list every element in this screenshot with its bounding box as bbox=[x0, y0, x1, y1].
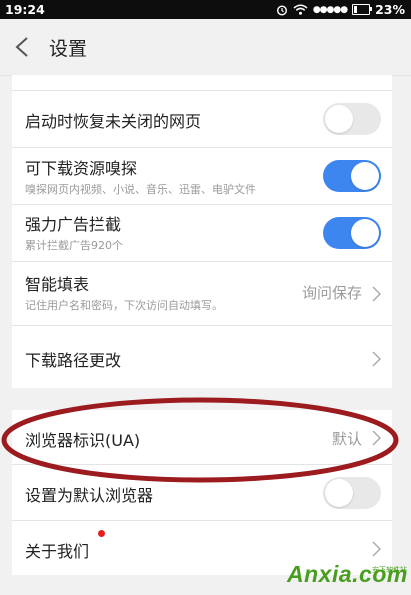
row-top-partial bbox=[12, 75, 392, 91]
download-path-label: 下载路径更改 bbox=[25, 351, 122, 370]
restore-pages-label: 启动时恢复未关闭的网页 bbox=[25, 112, 202, 131]
chevron-right-icon bbox=[372, 430, 381, 446]
restore-pages-toggle[interactable] bbox=[323, 103, 381, 135]
toggle-knob bbox=[325, 105, 353, 133]
resource-sniff-subtitle: 嗅探网页内视频、小说、音乐、迅雷、电驴文件 bbox=[25, 183, 256, 196]
setting-restore-pages[interactable]: 启动时恢复未关闭的网页 bbox=[12, 91, 392, 148]
signal-icon: ●●●●● bbox=[312, 4, 348, 15]
autofill-label: 智能填表 bbox=[25, 275, 90, 294]
ad-block-subtitle: 累计拦截广告920个 bbox=[25, 239, 123, 252]
ad-block-toggle[interactable] bbox=[323, 217, 381, 249]
setting-resource-sniff[interactable]: 可下载资源嗅探 嗅探网页内视频、小说、音乐、迅雷、电驴文件 bbox=[12, 148, 392, 205]
resource-sniff-label: 可下载资源嗅探 bbox=[25, 159, 138, 178]
ad-block-label: 强力广告拦截 bbox=[25, 215, 122, 234]
header: 设置 bbox=[0, 19, 411, 76]
resource-sniff-toggle[interactable] bbox=[323, 160, 381, 192]
settings-card-browser: 浏览器标识(UA) 默认 设置为默认浏览器 关于我们 bbox=[12, 410, 392, 575]
status-icons: ●●●●● 23% bbox=[276, 2, 405, 17]
watermark-subtext: 安下软件站 bbox=[372, 566, 407, 574]
setting-ad-block[interactable]: 强力广告拦截 累计拦截广告920个 bbox=[12, 205, 392, 262]
chevron-right-icon bbox=[372, 541, 381, 557]
settings-card-general: 启动时恢复未关闭的网页 可下载资源嗅探 嗅探网页内视频、小说、音乐、迅雷、电驴文… bbox=[12, 75, 392, 388]
wifi-icon bbox=[293, 4, 308, 15]
back-arrow-icon[interactable] bbox=[14, 36, 30, 58]
page-title: 设置 bbox=[49, 38, 88, 60]
battery-icon bbox=[352, 4, 373, 15]
about-label: 关于我们 bbox=[25, 542, 90, 561]
user-agent-value: 默认 bbox=[331, 430, 362, 448]
status-bar: 19:24 ●●●●● 23% bbox=[0, 0, 411, 19]
watermark-logo: Anxia.com 安下软件站 bbox=[285, 561, 411, 595]
alarm-icon bbox=[276, 4, 287, 16]
default-browser-label: 设置为默认浏览器 bbox=[25, 486, 154, 505]
autofill-subtitle: 记住用户名和密码，下次访问自动填写。 bbox=[25, 299, 223, 312]
battery-percent: 23% bbox=[375, 2, 405, 17]
setting-default-browser[interactable]: 设置为默认浏览器 bbox=[12, 465, 392, 521]
status-time: 19:24 bbox=[5, 2, 45, 17]
toggle-knob bbox=[351, 162, 379, 190]
setting-user-agent[interactable]: 浏览器标识(UA) 默认 bbox=[12, 410, 392, 465]
user-agent-label: 浏览器标识(UA) bbox=[25, 431, 141, 450]
chevron-right-icon bbox=[372, 351, 381, 367]
autofill-value: 询问保存 bbox=[301, 284, 362, 302]
toggle-knob bbox=[325, 479, 353, 507]
chevron-right-icon bbox=[372, 286, 381, 302]
notification-dot bbox=[98, 530, 105, 537]
setting-autofill[interactable]: 智能填表 记住用户名和密码，下次访问自动填写。 询问保存 bbox=[12, 262, 392, 326]
setting-download-path[interactable]: 下载路径更改 bbox=[12, 326, 392, 388]
default-browser-toggle[interactable] bbox=[323, 477, 381, 509]
toggle-knob bbox=[351, 219, 379, 247]
